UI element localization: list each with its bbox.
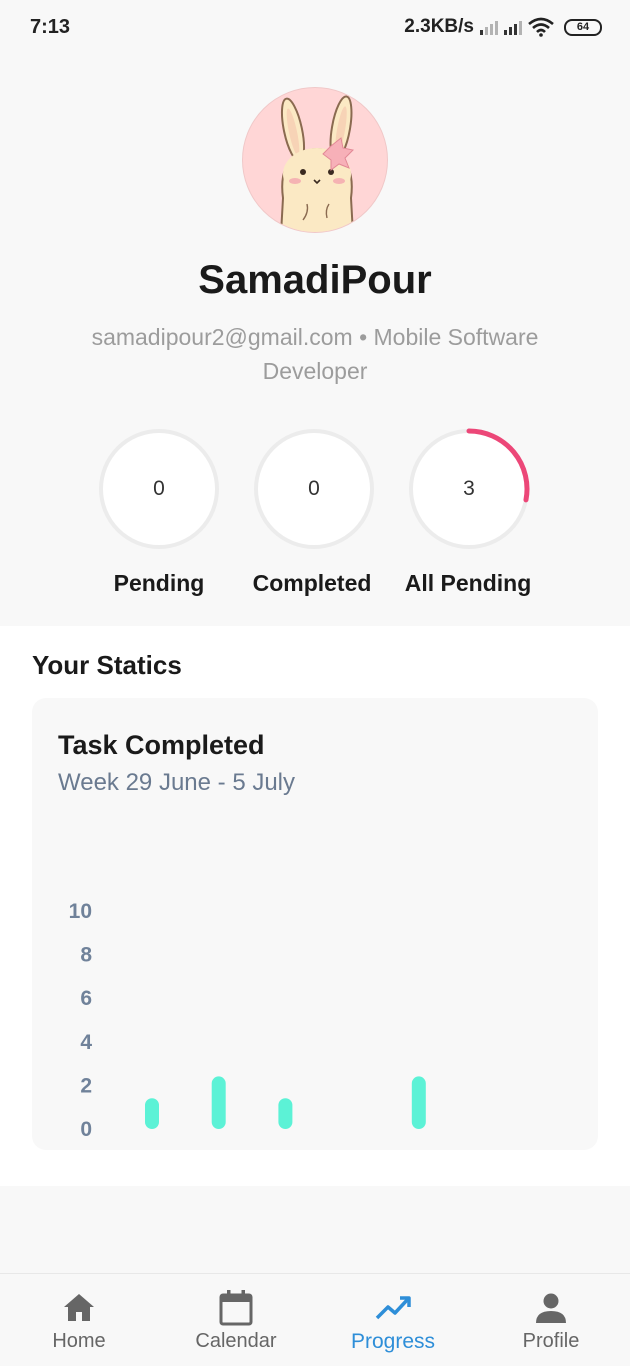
bottom-navigation: Home Calendar Progress Profile [0,1273,630,1366]
nav-home[interactable]: Home [0,1274,158,1366]
y-tick-label: 4 [80,1031,92,1054]
signal-icon [504,19,522,35]
nav-home-label: Home [52,1330,106,1352]
home-icon [64,1294,94,1321]
y-tick-label: 0 [80,1118,92,1141]
person-icon [536,1293,566,1323]
battery-icon: 64 [564,18,602,36]
bunny-avatar-icon [280,95,355,232]
bar [145,1098,159,1129]
nav-calendar[interactable]: Calendar [157,1274,315,1366]
calendar-icon [219,1290,253,1326]
pending-ring: 0 [97,427,221,551]
profile-name: SamadiPour [198,258,432,302]
network-speed: 2.3KB/s [404,16,474,37]
status-bar: 7:13 2.3KB/s 64 [0,0,630,54]
section-title: Your Statics [32,650,182,680]
y-tick-label: 10 [69,900,92,923]
bar-chart: 1086420MnTeWdTuFrStSn [69,900,426,1141]
signal-icon [480,19,498,35]
nav-calendar-label: Calendar [195,1330,277,1352]
completed-ring: 0 [252,427,376,551]
all-pending-label: All Pending [404,570,532,596]
nav-progress-label: Progress [350,1330,436,1353]
y-tick-label: 8 [80,944,92,967]
nav-progress[interactable]: Progress [314,1274,472,1366]
y-tick-label: 2 [80,1074,92,1097]
bar [278,1098,293,1129]
pending-count: 0 [153,477,165,500]
statistics-section: Your Statics Task Completed Week 29 June… [0,626,630,1186]
status-icons: 2.3KB/s 64 [404,16,602,38]
all-pending-count: 3 [463,477,475,500]
completed-count: 0 [308,477,320,500]
status-time: 7:13 [30,15,71,38]
nav-profile[interactable]: Profile [472,1274,630,1366]
task-completed-card: Task Completed Week 29 June - 5 July 10 8… [32,698,598,1150]
all-pending-ring: 3 [407,427,531,551]
profile-subtitle: samadipour2@gmail.com • Mobile Software … [91,324,539,384]
bar [211,1076,226,1129]
profile-header: SamadiPour samadipour2@gmail.com • Mobil… [0,54,630,626]
nav-profile-label: Profile [522,1330,580,1352]
avatar[interactable] [242,87,388,233]
y-tick-label: 6 [80,987,92,1010]
wifi-icon [528,17,554,37]
trending-up-icon [375,1296,411,1320]
completed-label: Completed [252,570,372,596]
bar [411,1076,426,1129]
